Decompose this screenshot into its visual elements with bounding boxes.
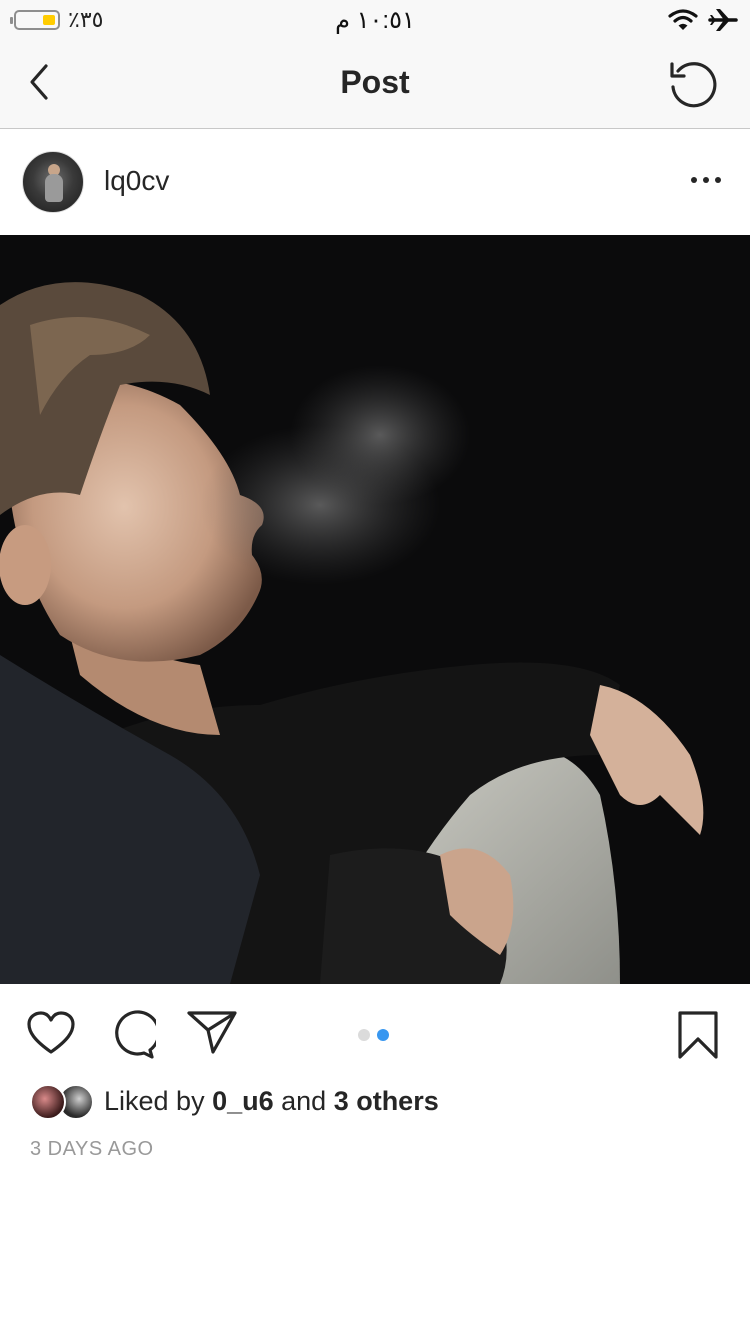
post-actions xyxy=(0,984,750,1082)
nav-bar: Post xyxy=(0,40,750,129)
post-username[interactable]: lq0cv xyxy=(104,165,169,197)
likes-summary[interactable]: Liked by 0_u6 and 3 others xyxy=(104,1086,439,1117)
comment-icon[interactable] xyxy=(106,1010,156,1060)
wifi-icon xyxy=(668,9,698,30)
post-timestamp: 3 DAYS AGO xyxy=(30,1138,154,1160)
liked-by-prefix: Liked by xyxy=(104,1086,213,1116)
post-photo[interactable] xyxy=(0,235,750,984)
liked-by-and: and xyxy=(273,1086,334,1116)
carousel-dot-1 xyxy=(358,1029,370,1041)
avatar-figure-body xyxy=(45,174,63,202)
photo-illustration xyxy=(0,235,750,984)
liked-by-others[interactable]: 3 others xyxy=(334,1086,439,1116)
post-header: lq0cv xyxy=(0,129,750,235)
status-time: ١٠:٥١ م xyxy=(335,7,415,34)
likes-row: Liked by 0_u6 and 3 others xyxy=(0,1082,750,1122)
avatar[interactable] xyxy=(22,151,84,213)
liked-by-user[interactable]: 0_u6 xyxy=(212,1086,274,1116)
carousel-dot-2-active xyxy=(377,1029,389,1041)
refresh-button[interactable] xyxy=(664,56,722,114)
more-options-button[interactable] xyxy=(684,165,728,195)
page-title: Post xyxy=(340,64,410,100)
liker-avatar[interactable] xyxy=(30,1084,66,1120)
bookmark-icon[interactable] xyxy=(676,1010,720,1060)
airplane-icon xyxy=(708,9,738,31)
status-bar: ٪٣٥ ١٠:٥١ م xyxy=(0,0,750,40)
heart-icon[interactable] xyxy=(26,1010,76,1056)
share-icon[interactable] xyxy=(186,1008,238,1056)
carousel-indicator xyxy=(358,1028,396,1041)
